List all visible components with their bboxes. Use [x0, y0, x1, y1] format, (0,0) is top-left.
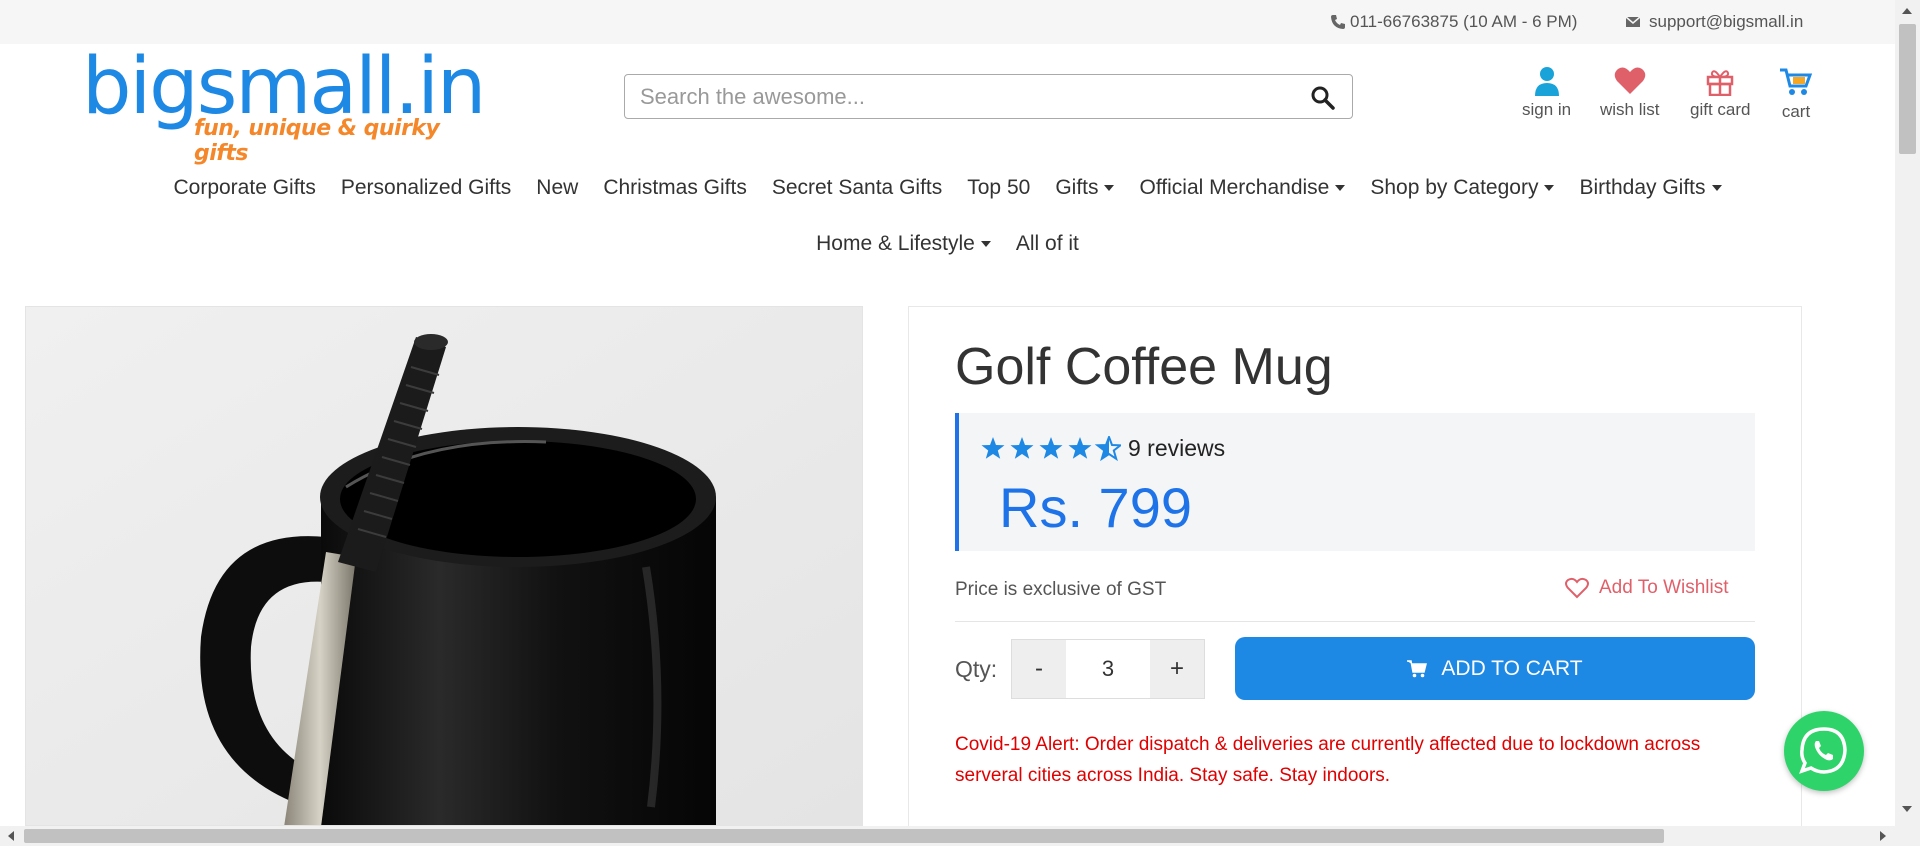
nav-christmas-gifts[interactable]: Christmas Gifts [591, 176, 760, 200]
mug-photo [26, 307, 862, 825]
nav-label: Top 50 [967, 176, 1031, 199]
vertical-scrollbar[interactable] [1895, 0, 1920, 826]
qty-increase-button[interactable]: + [1150, 640, 1204, 698]
nav-label: Christmas Gifts [603, 176, 747, 199]
price-box: 9 reviews Rs. 799 [955, 413, 1755, 551]
nav-row-2: Home & Lifestyle All of it [0, 216, 1895, 272]
gift-card-link[interactable]: gift card [1690, 66, 1750, 120]
nav-label: Secret Santa Gifts [771, 176, 943, 199]
nav-label: Shop by Category [1370, 176, 1539, 199]
whatsapp-icon [1799, 727, 1847, 774]
phone-icon [1331, 15, 1345, 29]
nav-gifts[interactable]: Gifts [1043, 176, 1127, 200]
nav-birthday-gifts[interactable]: Birthday Gifts [1567, 176, 1734, 200]
nav-label: Corporate Gifts [173, 176, 316, 199]
horizontal-scrollbar[interactable] [0, 826, 1920, 846]
product-title: Golf Coffee Mug [955, 338, 1333, 396]
nav-label: All of it [1015, 232, 1079, 255]
nav-row-1: Corporate Gifts Personalized Gifts New C… [0, 160, 1895, 216]
caret-down-icon [980, 241, 991, 247]
product-price: Rs. 799 [999, 476, 1192, 539]
star-rating-icon [981, 435, 1121, 460]
email-text: support@bigsmall.in [1649, 12, 1804, 31]
vertical-scroll-thumb[interactable] [1899, 24, 1916, 154]
sign-in-link[interactable]: sign in [1522, 66, 1571, 120]
scroll-right-arrow-icon[interactable] [1880, 831, 1886, 841]
product-image[interactable] [25, 306, 863, 826]
logo-wordmark: bigsmall.in [82, 42, 486, 132]
nav-new[interactable]: New [524, 176, 591, 200]
rating-stars[interactable]: 9 reviews [981, 435, 1225, 462]
review-count[interactable]: 9 reviews [1128, 435, 1225, 462]
nav-official-merchandise[interactable]: Official Merchandise [1127, 176, 1358, 200]
covid-alert: Covid-19 Alert: Order dispatch & deliver… [955, 734, 1701, 786]
nav-label: Birthday Gifts [1579, 176, 1706, 199]
user-icon [1534, 67, 1559, 96]
nav-shop-by-category[interactable]: Shop by Category [1358, 176, 1567, 200]
cart-icon [1780, 68, 1813, 95]
phone-text: 011-66763875 (10 AM - 6 PM) [1350, 12, 1578, 31]
cart-link[interactable]: cart [1778, 66, 1814, 122]
search-icon[interactable] [1310, 85, 1336, 111]
qty-label: Qty: [955, 656, 998, 682]
caret-down-icon [1335, 185, 1346, 191]
add-to-cart-label: ADD TO CART [1441, 656, 1583, 680]
add-to-wishlist-button[interactable]: Add To Wishlist [1565, 577, 1729, 599]
main-navigation: Corporate Gifts Personalized Gifts New C… [0, 160, 1895, 272]
heart-icon [1614, 67, 1646, 94]
heart-outline-icon [1565, 577, 1589, 599]
nav-label: Official Merchandise [1139, 176, 1330, 199]
nav-label: Home & Lifestyle [816, 232, 975, 255]
phone-contact[interactable]: 011-66763875 (10 AM - 6 PM) [1330, 12, 1577, 32]
site-logo[interactable]: bigsmall.in fun, unique & quirky gifts [82, 42, 486, 166]
cart-label: cart [1781, 102, 1811, 121]
nav-secret-santa-gifts[interactable]: Secret Santa Gifts [759, 176, 954, 200]
nav-label: Gifts [1055, 176, 1099, 199]
nav-all-of-it[interactable]: All of it [1003, 232, 1091, 256]
qty-decrease-button[interactable]: - [1012, 640, 1066, 698]
scroll-left-arrow-icon[interactable] [8, 831, 14, 841]
scroll-up-arrow-icon[interactable] [1902, 8, 1912, 14]
caret-down-icon [1104, 185, 1115, 191]
gst-note: Price is exclusive of GST [955, 579, 1167, 600]
divider [955, 621, 1755, 622]
caret-down-icon [1711, 185, 1722, 191]
add-to-cart-button[interactable]: ADD TO CART [1235, 637, 1755, 700]
nav-corporate-gifts[interactable]: Corporate Gifts [161, 176, 328, 200]
qty-input[interactable] [1066, 640, 1150, 698]
wish-list-link[interactable]: wish list [1600, 66, 1660, 120]
logo-tagline: fun, unique & quirky gifts [194, 116, 440, 166]
gift-icon [1706, 70, 1734, 96]
envelope-icon [1625, 16, 1641, 27]
scroll-down-arrow-icon[interactable] [1902, 806, 1912, 812]
whatsapp-button[interactable] [1784, 711, 1864, 791]
wish-list-label: wish list [1600, 100, 1660, 119]
gift-card-label: gift card [1690, 100, 1751, 119]
search-input[interactable] [625, 75, 1285, 118]
nav-label: New [536, 176, 579, 199]
search-bar [624, 74, 1353, 119]
wishlist-label: Add To Wishlist [1599, 577, 1729, 598]
cart-icon [1407, 659, 1428, 677]
nav-top-50[interactable]: Top 50 [955, 176, 1043, 200]
top-contact-bar: 011-66763875 (10 AM - 6 PM) support@bigs… [0, 0, 1895, 44]
caret-down-icon [1544, 185, 1555, 191]
nav-label: Personalized Gifts [340, 176, 512, 199]
horizontal-scroll-thumb[interactable] [24, 829, 1664, 843]
quantity-stepper: - + [1011, 639, 1205, 699]
nav-home-lifestyle[interactable]: Home & Lifestyle [804, 232, 1004, 256]
sign-in-label: sign in [1522, 100, 1572, 119]
email-contact[interactable]: support@bigsmall.in [1625, 12, 1803, 32]
product-details-panel: Golf Coffee Mug 9 reviews Rs. 799 Price [908, 306, 1802, 846]
nav-personalized-gifts[interactable]: Personalized Gifts [328, 176, 523, 200]
